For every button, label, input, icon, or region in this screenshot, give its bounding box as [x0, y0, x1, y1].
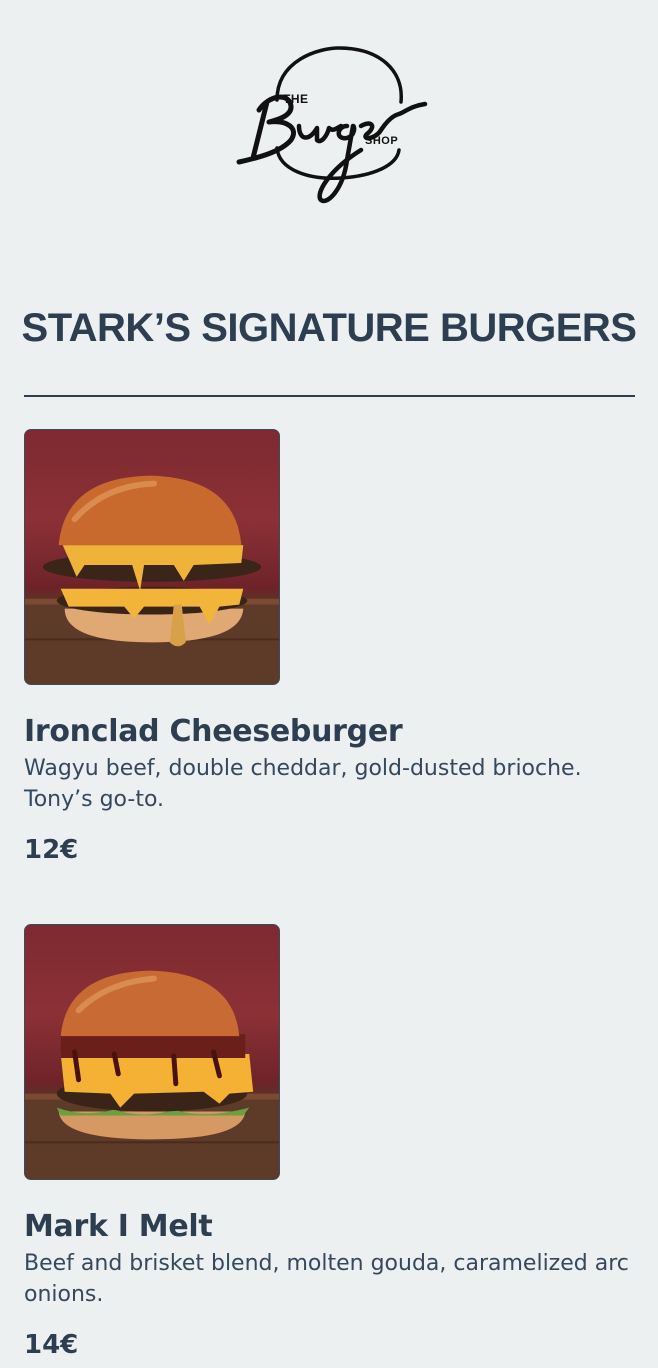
brand-logo: THE SHOP — [229, 40, 439, 215]
cheeseburger-photo — [24, 429, 280, 685]
item-price: 12€ — [24, 835, 79, 865]
burger-logo-icon — [236, 46, 428, 204]
item-description: Beef and brisket blend, molten gouda, ca… — [24, 1251, 629, 1307]
menu-item[interactable]: Mark I Melt Beef and brisket blend, molt… — [24, 924, 634, 1360]
section-divider — [24, 395, 635, 397]
item-name: Mark I Melt — [24, 1209, 213, 1244]
section-title: STARK’S SIGNATURE BURGERS — [21, 306, 637, 350]
menu-item[interactable]: Ironclad Cheeseburger Wagyu beef, double… — [24, 429, 634, 865]
item-price: 14€ — [24, 1330, 79, 1360]
logo-the-text: THE — [283, 92, 309, 106]
melt-burger-photo — [24, 924, 280, 1180]
item-description: Wagyu beef, double cheddar, gold-dusted … — [24, 756, 582, 812]
item-name: Ironclad Cheeseburger — [24, 714, 403, 749]
logo-shop-text: SHOP — [365, 135, 399, 147]
